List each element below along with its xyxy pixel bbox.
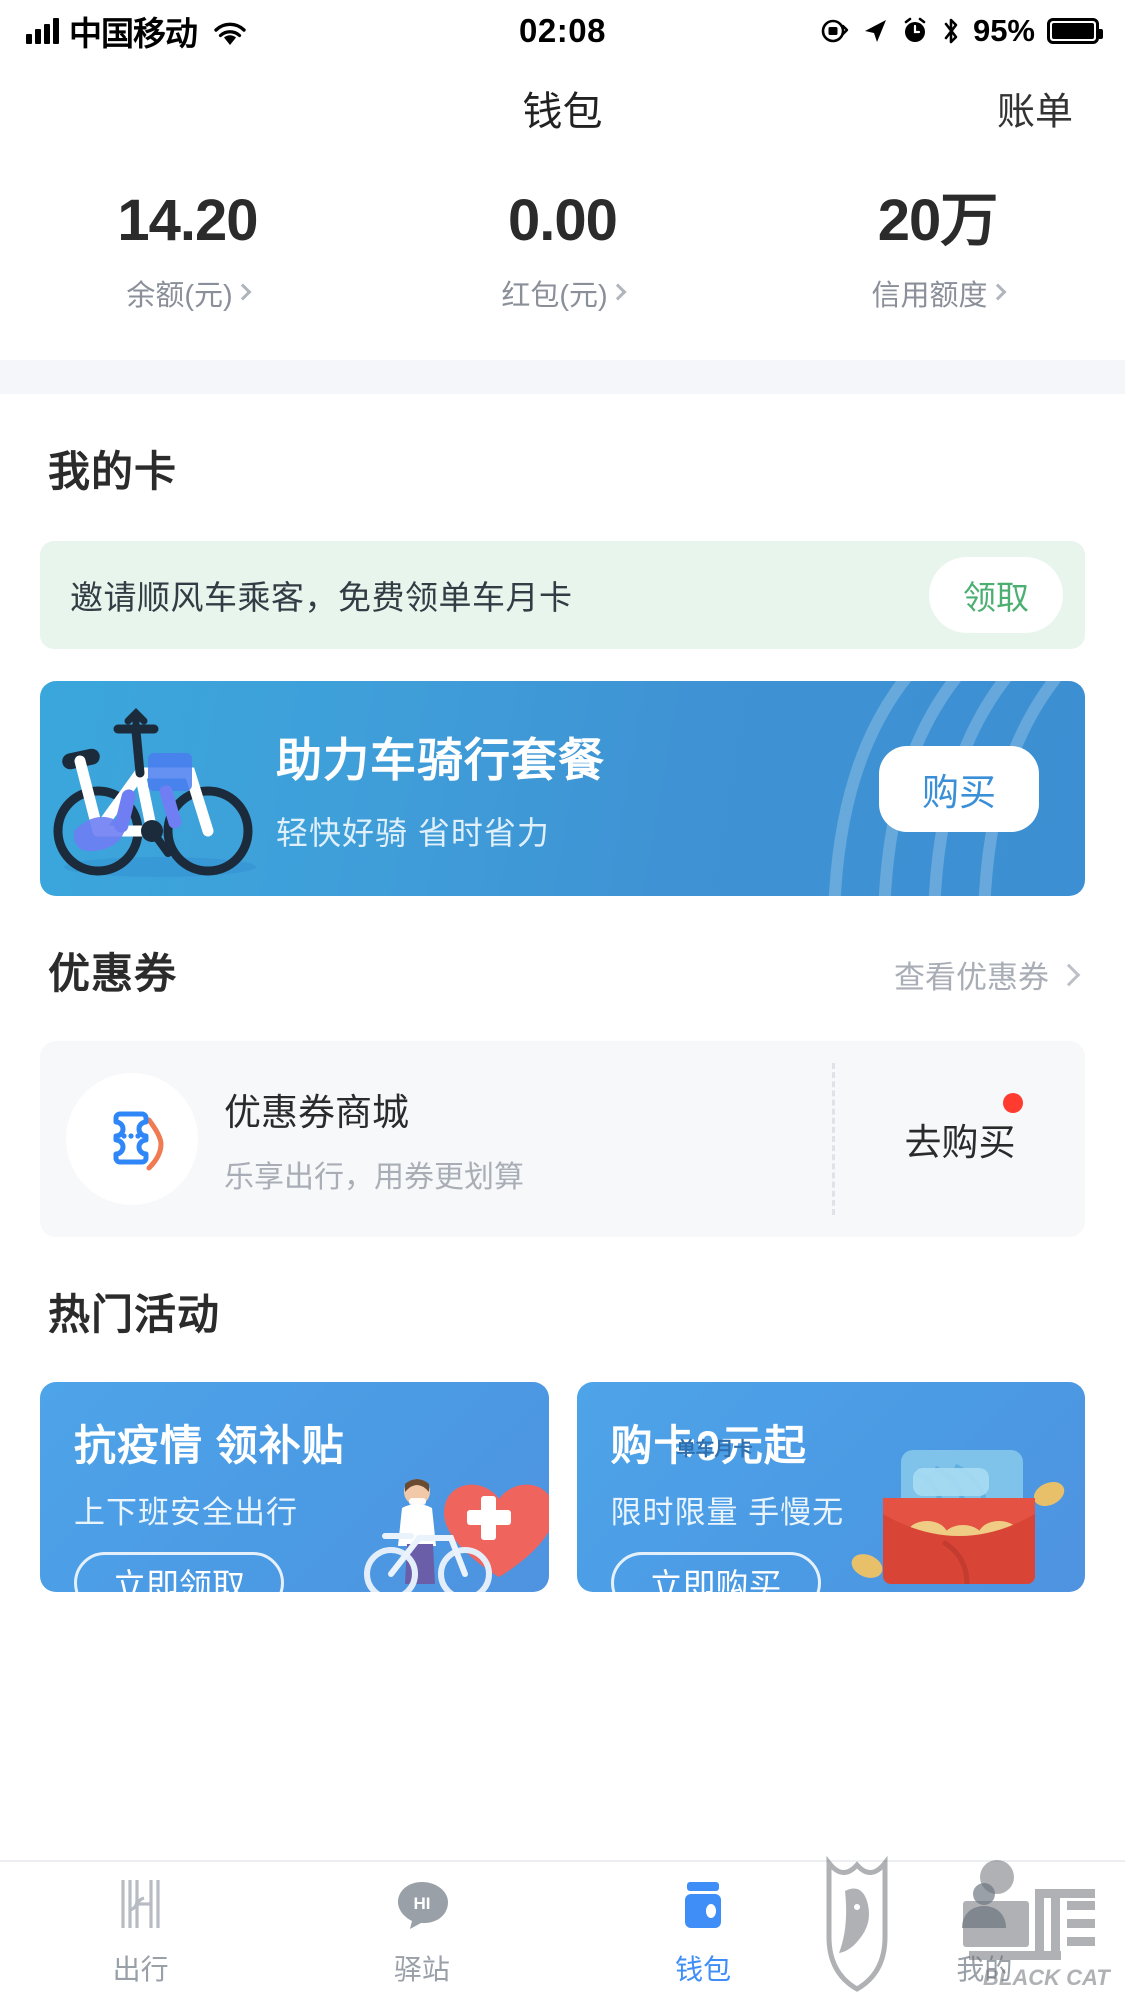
user-profile-icon [956, 1876, 1012, 1932]
activity-claim-button[interactable]: 立即领取 [74, 1552, 284, 1592]
svg-text:HI: HI [413, 1894, 430, 1913]
bills-link[interactable]: 账单 [997, 81, 1073, 136]
balance-item-amount[interactable]: 14.20 余额(元) [0, 192, 375, 314]
activity-buy-button[interactable]: 立即购买 [610, 1552, 821, 1592]
balance-item-redpacket[interactable]: 0.00 红包(元) [375, 192, 750, 314]
status-bar-clock: 02:08 [519, 12, 606, 49]
monthly-card-label: 单车月卡 [676, 1439, 753, 1460]
coupon-mall-title: 优惠券商城 [224, 1092, 409, 1133]
my-cards-header: 我的卡 [0, 394, 1125, 499]
redpacket-label: 红包(元) [501, 280, 608, 312]
ebike-illustration [40, 681, 270, 896]
coupon-mall-subtitle: 乐享出行，用券更划算 [224, 1161, 524, 1194]
coupon-mall-text: 优惠券商城 乐享出行，用券更划算 [224, 1082, 524, 1196]
chevron-right-icon [989, 283, 1006, 301]
redpacket-value: 0.00 [508, 188, 618, 253]
credit-label-row: 信用额度 [871, 272, 1006, 314]
my-cards-title: 我的卡 [48, 448, 178, 495]
coupon-mall-info[interactable]: 优惠券商城 乐享出行，用券更划算 [40, 1041, 832, 1237]
tab-label: 钱包 [675, 1953, 732, 1985]
credit-value: 20万 [877, 188, 999, 253]
bottom-tab-bar: 出行 HI 驿站 钱包 我的 [0, 1860, 1125, 2001]
coupons-header: 优惠券 查看优惠券 [0, 896, 1125, 1001]
navigation-bar: 钱包 账单 [0, 62, 1125, 154]
hot-activities-header: 热门活动 [0, 1237, 1125, 1342]
coupon-mall-action[interactable]: 去购买 [835, 1041, 1085, 1237]
hellobike-logo-icon [113, 1876, 169, 1932]
invite-claim-button[interactable]: 领取 [929, 557, 1063, 633]
page-title: 钱包 [522, 90, 603, 134]
balance-value: 14.20 [117, 188, 258, 253]
tab-label: 出行 [112, 1953, 169, 1985]
redpacket-label-row: 红包(元) [501, 272, 627, 314]
heart-medical-bike-illustration [363, 1479, 549, 1592]
tab-wallet[interactable]: 钱包 [563, 1876, 844, 1988]
red-envelope-card-illustration [851, 1450, 1065, 1585]
credit-label: 信用额度 [871, 280, 988, 312]
go-buy-button[interactable]: 去购买 [905, 1112, 1016, 1166]
coupons-title: 优惠券 [48, 950, 178, 997]
hot-activities-list: 抗疫情 领补贴 上下班安全出行 立即领取 购卡9元起 限时限量 手慢无 立即购买 [40, 1382, 1085, 1592]
coupon-mall-card[interactable]: 优惠券商城 乐享出行，用券更划算 去购买 [40, 1041, 1085, 1237]
section-divider [0, 360, 1125, 394]
tab-travel[interactable]: 出行 [0, 1876, 281, 1988]
balance-item-credit[interactable]: 20万 信用额度 [750, 192, 1125, 314]
ticket-icon [66, 1073, 198, 1205]
chevron-right-icon [1057, 963, 1081, 986]
invite-card-text: 邀请顺风车乘客，免费领单车月卡 [70, 579, 573, 616]
ebike-buy-button[interactable]: 购买 [879, 745, 1039, 832]
chevron-right-icon [609, 283, 627, 301]
balance-summary: 14.20 余额(元) 0.00 红包(元) 20万 信用额度 [0, 154, 1125, 360]
tab-label: 驿站 [393, 1953, 450, 1985]
view-coupons-link[interactable]: 查看优惠券 [894, 952, 1081, 997]
notification-dot-badge [1003, 1093, 1023, 1113]
tab-label: 我的 [956, 1953, 1013, 1985]
activity-card-subsidy[interactable]: 抗疫情 领补贴 上下班安全出行 立即领取 [40, 1382, 549, 1592]
ebike-copy: 助力车骑行套餐 轻快好骑 省时省力 [270, 724, 879, 854]
ebike-title: 助力车骑行套餐 [276, 733, 605, 786]
chevron-right-icon [234, 283, 252, 301]
hot-activities-title: 热门活动 [48, 1291, 221, 1338]
status-bar: 中国移动 02:08 95% [0, 0, 1125, 62]
view-coupons-label: 查看优惠券 [894, 960, 1049, 995]
wallet-icon [675, 1876, 731, 1932]
tab-station[interactable]: HI 驿站 [281, 1876, 562, 1988]
battery-icon [1047, 18, 1103, 44]
invite-card[interactable]: 邀请顺风车乘客，免费领单车月卡 领取 [40, 541, 1085, 649]
ebike-package-card[interactable]: 助力车骑行套餐 轻快好骑 省时省力 购买 [40, 681, 1085, 896]
ebike-subtitle: 轻快好骑 省时省力 [276, 814, 550, 851]
hi-chat-bubble-icon: HI [394, 1876, 450, 1932]
balance-label: 余额(元) [126, 280, 233, 312]
tab-profile[interactable]: 我的 [844, 1876, 1125, 1988]
balance-label-row: 余额(元) [126, 272, 252, 314]
activity-card-buycard[interactable]: 购卡9元起 限时限量 手慢无 立即购买 单车月卡 [576, 1382, 1085, 1592]
